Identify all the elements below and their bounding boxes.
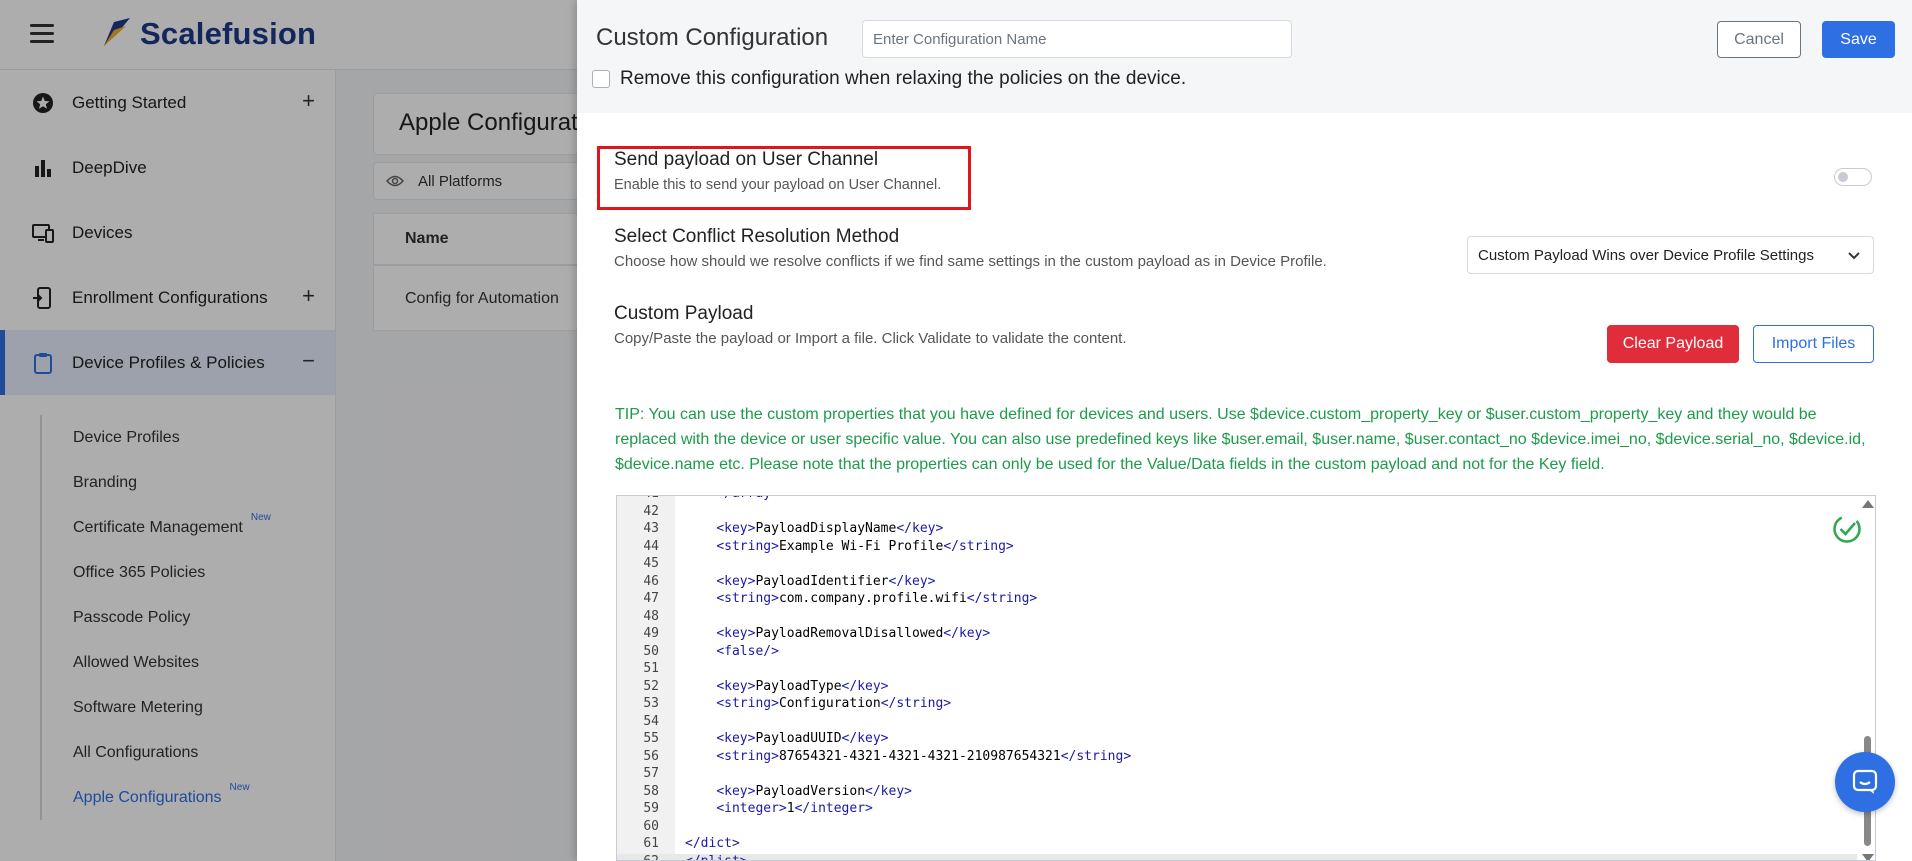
configuration-name-input[interactable] — [862, 20, 1292, 58]
chat-icon — [1852, 769, 1878, 794]
payload-code-editor[interactable]: 41 </array>4243 <key>PayloadDisplayName<… — [616, 495, 1876, 861]
code-text: <false/> — [716, 643, 779, 659]
user-channel-toggle[interactable] — [1834, 168, 1872, 186]
code-text: <key>PayloadRemovalDisallowed</key> — [716, 626, 991, 641]
code-text: <string>Example Wi-Fi Profile</string> — [716, 538, 1014, 554]
validate-check-icon[interactable] — [1832, 514, 1862, 544]
line-number: 50 — [643, 643, 659, 659]
modal-backdrop[interactable] — [0, 0, 577, 861]
line-number: 46 — [643, 573, 659, 589]
cancel-button[interactable]: Cancel — [1717, 21, 1801, 58]
line-number: 49 — [643, 626, 659, 641]
code-line[interactable]: 51 — [617, 661, 1857, 679]
line-number: 43 — [643, 521, 659, 536]
line-number: 57 — [643, 766, 659, 781]
code-text: <key>PayloadUUID</key> — [716, 731, 889, 746]
remove-config-checkbox[interactable] — [592, 70, 610, 88]
line-number: 62 — [643, 853, 659, 861]
line-number: 42 — [643, 503, 659, 519]
line-number: 44 — [643, 538, 659, 554]
import-files-button[interactable]: Import Files — [1753, 325, 1874, 363]
line-number: 48 — [643, 608, 659, 624]
code-text: <key>PayloadVersion</key> — [716, 783, 912, 799]
line-number: 58 — [643, 783, 659, 799]
user-channel-desc: Enable this to send your payload on User… — [614, 177, 942, 193]
code-line[interactable]: 49 <key>PayloadRemovalDisallowed</key> — [617, 626, 1857, 644]
code-text: <string>com.company.profile.wifi</string… — [716, 591, 1038, 606]
line-number: 52 — [643, 678, 659, 694]
clear-payload-button[interactable]: Clear Payload — [1607, 325, 1739, 363]
line-number: 45 — [643, 556, 659, 571]
code-text: </dict> — [685, 836, 740, 851]
code-text: <string>Configuration</string> — [716, 696, 952, 711]
code-text: <integer>1</integer> — [716, 801, 873, 816]
remove-config-label: Remove this configuration when relaxing … — [620, 68, 1187, 89]
scroll-down-arrow-icon[interactable] — [1862, 854, 1874, 860]
code-line[interactable]: 52 <key>PayloadType</key> — [617, 679, 1857, 697]
line-number: 56 — [643, 748, 659, 764]
code-text: <key>PayloadIdentifier</key> — [716, 573, 936, 589]
conflict-method-value: Custom Payload Wins over Device Profile … — [1478, 246, 1814, 264]
code-line[interactable]: 61 </dict> — [617, 836, 1857, 854]
drawer-header: Custom Configuration Cancel Save Remove … — [577, 0, 1912, 113]
line-number: 60 — [643, 818, 659, 834]
code-line[interactable]: 43 <key>PayloadDisplayName</key> — [617, 521, 1857, 539]
chat-support-button[interactable] — [1835, 752, 1895, 812]
tip-text: TIP: You can use the custom properties t… — [615, 406, 1866, 473]
code-line[interactable]: 48 — [617, 609, 1857, 627]
line-number: 61 — [643, 836, 659, 851]
code-line[interactable]: 56 <string>87654321-4321-4321-4321-21098… — [617, 749, 1857, 767]
line-number: 59 — [643, 801, 659, 816]
code-text: <key>PayloadDisplayName</key> — [716, 521, 944, 536]
code-line[interactable]: 47 <string>com.company.profile.wifi</str… — [617, 591, 1857, 609]
conflict-title: Select Conflict Resolution Method — [614, 226, 900, 247]
line-number: 53 — [643, 696, 659, 711]
remove-config-row: Remove this configuration when relaxing … — [592, 68, 1186, 90]
code-line[interactable]: 50 <false/> — [617, 644, 1857, 662]
code-text: <string>87654321-4321-4321-4321-21098765… — [716, 748, 1132, 764]
code-text: <key>PayloadType</key> — [716, 678, 889, 694]
code-line[interactable]: 59 <integer>1</integer> — [617, 801, 1857, 819]
code-line[interactable]: 45 — [617, 556, 1857, 574]
chevron-down-icon — [1848, 252, 1860, 260]
user-channel-title: Send payload on User Channel — [614, 149, 879, 170]
code-line[interactable]: 53 <string>Configuration</string> — [617, 696, 1857, 714]
code-line[interactable]: 60 — [617, 819, 1857, 837]
code-line[interactable]: 55 <key>PayloadUUID</key> — [617, 731, 1857, 749]
line-number: 54 — [643, 713, 659, 729]
payload-title: Custom Payload — [614, 303, 754, 324]
code-line[interactable]: 41 </array> — [617, 496, 1857, 504]
line-number: 47 — [643, 591, 659, 606]
conflict-method-select[interactable]: Custom Payload Wins over Device Profile … — [1467, 236, 1874, 274]
code-line[interactable]: 44 <string>Example Wi-Fi Profile</string… — [617, 539, 1857, 557]
save-button[interactable]: Save — [1822, 21, 1895, 58]
payload-desc: Copy/Paste the payload or Import a file.… — [614, 330, 1127, 347]
code-line[interactable]: 46 <key>PayloadIdentifier</key> — [617, 574, 1857, 592]
line-number: 55 — [643, 731, 659, 746]
code-line[interactable]: 42 — [617, 504, 1857, 522]
code-line[interactable]: 54 — [617, 714, 1857, 732]
custom-configuration-drawer: Custom Configuration Cancel Save Remove … — [577, 0, 1912, 861]
code-line[interactable]: 62 </plist> — [617, 853, 1857, 861]
scroll-up-arrow-icon[interactable] — [1862, 500, 1874, 508]
code-line[interactable]: 58 <key>PayloadVersion</key> — [617, 784, 1857, 802]
code-text: </array> — [685, 496, 779, 504]
code-text: </plist> — [685, 853, 748, 861]
line-number: 41 — [617, 496, 659, 504]
drawer-title: Custom Configuration — [596, 24, 829, 51]
conflict-desc: Choose how should we resolve conflicts i… — [614, 253, 1327, 270]
toggle-knob — [1838, 172, 1848, 182]
line-number: 51 — [643, 661, 659, 676]
code-line[interactable]: 57 — [617, 766, 1857, 784]
